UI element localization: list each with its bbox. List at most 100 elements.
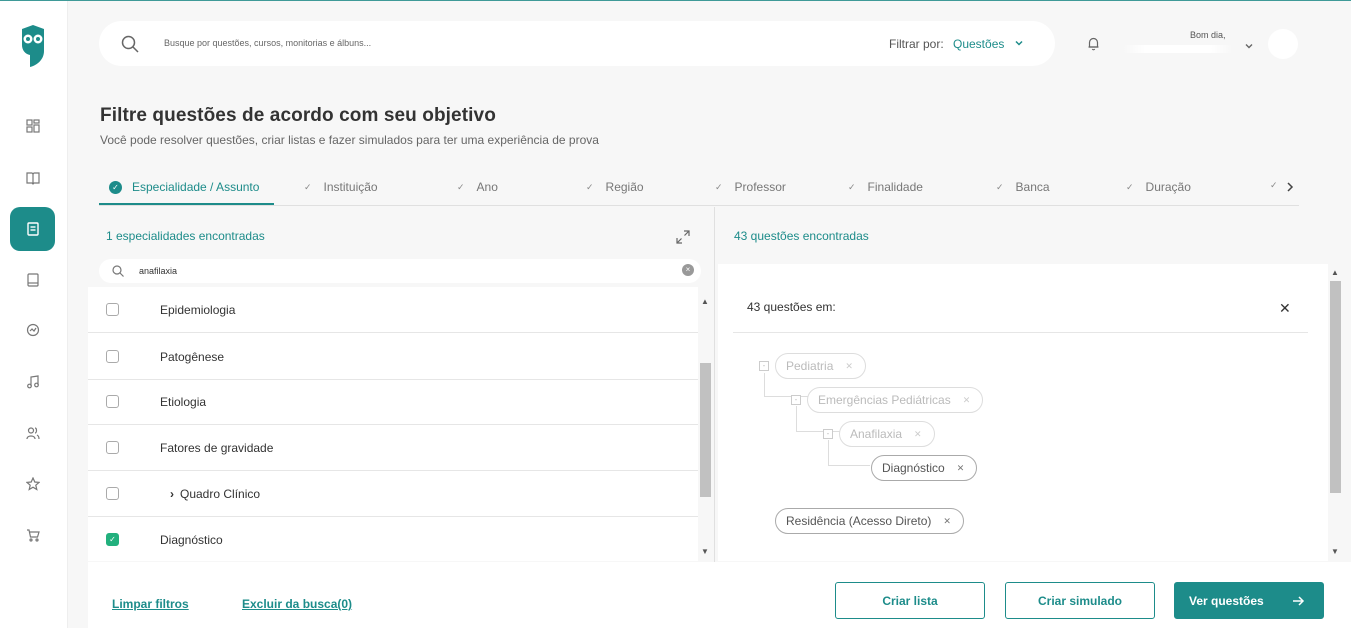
book-open-icon — [25, 172, 40, 185]
checkbox[interactable] — [106, 303, 119, 316]
checkbox[interactable] — [106, 441, 119, 454]
chevron-down-icon[interactable] — [1014, 38, 1024, 48]
see-questions-button[interactable]: Ver questões — [1174, 582, 1324, 619]
scroll-down-icon[interactable]: ▼ — [701, 547, 709, 556]
chip-residencia[interactable]: Residência (Acesso Direto) ✕ — [775, 508, 964, 534]
scroll-down-icon[interactable]: ▼ — [1331, 547, 1339, 556]
list-item[interactable]: Etiologia — [88, 379, 698, 425]
nav-questions[interactable] — [10, 207, 55, 251]
chip-diagnostico[interactable]: Diagnóstico ✕ — [871, 455, 978, 481]
checkbox[interactable] — [106, 395, 119, 408]
list-item[interactable]: › Quadro Clínico — [88, 471, 698, 517]
divider — [733, 332, 1308, 333]
remove-icon[interactable]: ✕ — [957, 463, 965, 474]
specialty-search-value[interactable]: anafilaxia — [139, 266, 177, 276]
page-subtitle: Você pode resolver questões, criar lista… — [100, 133, 599, 147]
specialty-search-field[interactable]: anafilaxia × — [99, 259, 701, 283]
clear-search-icon[interactable]: × — [682, 264, 694, 276]
sidebar — [0, 1, 68, 628]
check-icon: ✓ — [715, 181, 723, 192]
checkbox[interactable] — [106, 487, 119, 500]
nav-cart[interactable] — [10, 513, 55, 557]
nav-users[interactable] — [10, 411, 55, 455]
avatar[interactable] — [1268, 29, 1298, 59]
tab-duracao[interactable]: ✓ Duração — [1126, 180, 1191, 194]
check-icon: ✓ — [1126, 181, 1134, 192]
collapse-icon[interactable]: - — [791, 395, 801, 405]
arrow-right-icon — [1293, 596, 1305, 606]
create-simulation-button[interactable]: Criar simulado — [1005, 582, 1155, 619]
selected-filters-box: 43 questões em: ✕ - Pediatria ✕ - Emergên… — [718, 264, 1328, 561]
filter-by-label: Filtrar por: — [889, 37, 944, 51]
close-icon[interactable]: ✕ — [1279, 300, 1291, 317]
list-item-label: › Quadro Clínico — [170, 486, 261, 501]
scroll-up-icon[interactable]: ▲ — [701, 297, 709, 306]
remove-icon[interactable]: ✕ — [963, 395, 971, 406]
left-scrollbar[interactable]: ▲ ▼ — [698, 297, 713, 557]
create-list-button[interactable]: Criar lista — [835, 582, 985, 619]
check-icon: ✓ — [304, 181, 312, 192]
list-item-label: Epidemiologia — [160, 302, 236, 317]
nav-favorites[interactable] — [10, 462, 55, 506]
search-icon — [112, 265, 124, 277]
nav-progress[interactable] — [10, 308, 55, 352]
tab-finalidade[interactable]: ✓ Finalidade — [848, 180, 923, 194]
scroll-up-icon[interactable]: ▲ — [1331, 268, 1339, 277]
collapse-icon[interactable]: - — [759, 361, 769, 371]
nav-courses[interactable] — [10, 156, 55, 200]
tab-regiao[interactable]: ✓ Região — [586, 180, 644, 194]
scroll-thumb[interactable] — [1330, 281, 1341, 493]
check-icon: ✓ — [848, 181, 856, 192]
checkbox-checked[interactable]: ✓ — [106, 533, 119, 546]
user-menu-chevron-icon[interactable] — [1244, 41, 1254, 51]
check-icon: ✓ — [1270, 180, 1278, 190]
owl-logo-icon[interactable] — [20, 25, 46, 67]
expand-icon[interactable] — [676, 230, 690, 244]
check-icon: ✓ — [586, 181, 594, 192]
questions-icon — [26, 222, 39, 236]
scroll-thumb[interactable] — [700, 363, 711, 497]
bell-icon[interactable] — [1087, 36, 1100, 51]
list-item[interactable]: ✓ Diagnóstico — [88, 517, 698, 561]
chip-pediatria[interactable]: Pediatria ✕ — [775, 353, 866, 379]
nav-music[interactable] — [10, 360, 55, 404]
check-icon: ✓ — [457, 181, 465, 192]
remove-icon[interactable]: ✕ — [943, 516, 951, 527]
tab-instituicao[interactable]: ✓ Instituição — [304, 180, 378, 194]
star-icon — [25, 477, 40, 491]
chip-anafilaxia[interactable]: Anafilaxia ✕ — [839, 421, 935, 447]
active-tab-indicator — [99, 203, 274, 205]
list-item[interactable]: Patogênese — [88, 334, 698, 380]
music-icon — [26, 375, 39, 389]
list-item-label: Patogênese — [160, 349, 225, 364]
tab-ano[interactable]: ✓ Ano — [457, 180, 498, 194]
collapse-icon[interactable]: - — [823, 429, 833, 439]
checkbox[interactable] — [106, 350, 119, 363]
right-scrollbar[interactable]: ▲ ▼ — [1328, 264, 1343, 561]
remove-icon[interactable]: ✕ — [845, 361, 853, 372]
specialties-count: 1 especialidades encontradas — [106, 229, 265, 243]
tab-banca[interactable]: ✓ Banca — [996, 180, 1050, 194]
search-input[interactable]: Busque por questões, cursos, monitorias … — [164, 38, 371, 48]
chevron-right-icon[interactable]: › — [170, 487, 174, 501]
notebook-icon — [26, 273, 39, 287]
exclude-search-link[interactable]: Excluir da busca(0) — [242, 597, 352, 611]
remove-icon[interactable]: ✕ — [914, 429, 922, 440]
nav-notebook[interactable] — [10, 258, 55, 302]
list-item[interactable]: Epidemiologia — [88, 287, 698, 333]
check-icon: ✓ — [996, 181, 1004, 192]
clear-filters-link[interactable]: Limpar filtros — [112, 597, 189, 611]
progress-icon — [26, 323, 39, 337]
filter-by-select[interactable]: Questões — [953, 37, 1004, 51]
cart-icon — [26, 529, 40, 542]
list-item[interactable]: Fatores de gravidade — [88, 425, 698, 471]
action-footer: Limpar filtros Excluir da busca(0) Criar… — [88, 562, 1351, 628]
search-icon[interactable] — [121, 35, 139, 53]
user-name-redacted — [1123, 45, 1233, 53]
chevron-right-icon[interactable] — [1285, 181, 1295, 193]
tab-especialidade[interactable]: ✓ Especialidade / Assunto — [99, 180, 259, 194]
tab-professor[interactable]: ✓ Professor — [715, 180, 786, 194]
users-icon — [25, 427, 40, 440]
nav-dashboard[interactable] — [10, 104, 55, 148]
chip-emergencias[interactable]: Emergências Pediátricas ✕ — [807, 387, 984, 413]
